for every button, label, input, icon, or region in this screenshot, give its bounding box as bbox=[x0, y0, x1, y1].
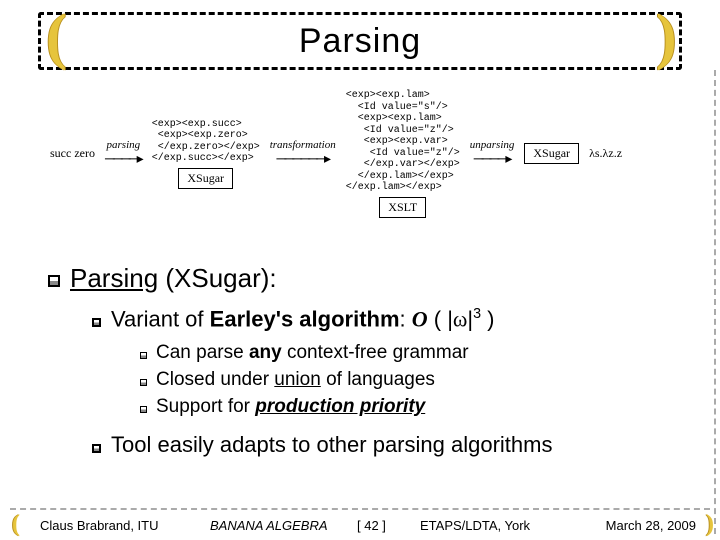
pipeline-diagram: succ zero parsing ────▸ <exp><exp.succ> … bbox=[50, 90, 670, 218]
arrow-unparsing: unparsing ────▸ bbox=[470, 139, 515, 168]
bullet-level2-tool: Tool easily adapts to other parsing algo… bbox=[92, 432, 688, 458]
arrow-parsing: parsing ────▸ bbox=[105, 139, 142, 168]
content-area: Parsing (XSugar): Variant of Earley's al… bbox=[48, 263, 688, 468]
side-divider bbox=[714, 70, 716, 534]
footer: ( Claus Brabrand, ITU BANANA ALGEBRA [ 4… bbox=[0, 510, 720, 540]
footer-venue: ETAPS/LDTA, York bbox=[420, 518, 530, 533]
slide-title: Parsing bbox=[299, 22, 421, 61]
bullet-icon bbox=[140, 406, 147, 413]
big-o-notation: O bbox=[412, 306, 428, 331]
banana-left-icon: ( bbox=[46, 2, 67, 73]
bullet-level3-c: Support for production priority bbox=[140, 396, 688, 418]
banana-right-icon: ) bbox=[656, 2, 677, 73]
footer-page: [ 42 ] bbox=[357, 518, 386, 533]
bullet-icon bbox=[92, 444, 101, 453]
diagram-input: succ zero bbox=[50, 147, 95, 161]
diagram-output: λs.λz.z bbox=[589, 146, 622, 161]
footer-date: March 28, 2009 bbox=[606, 518, 696, 533]
box-xsugar-2: XSugar bbox=[524, 143, 579, 164]
box-xsugar-1: XSugar bbox=[178, 168, 233, 189]
arrow-transformation: transformation ──────▸ bbox=[270, 139, 336, 168]
text-xsugar-suffix: (XSugar): bbox=[158, 263, 277, 293]
footer-author: Claus Brabrand, ITU bbox=[40, 518, 159, 533]
bullet-level3-a: Can parse any context-free grammar bbox=[140, 342, 688, 364]
footer-title: BANANA ALGEBRA bbox=[210, 518, 328, 533]
code-block-1: <exp><exp.succ> <exp><exp.zero> </exp.ze… bbox=[152, 119, 260, 165]
title-box: Parsing bbox=[38, 12, 682, 70]
bullet-icon bbox=[140, 352, 147, 359]
bullet-level1: Parsing (XSugar): bbox=[48, 263, 688, 294]
bullet-icon bbox=[48, 275, 60, 287]
banana-footer-right-icon: ) bbox=[706, 511, 714, 538]
bullet-level3-b: Closed under union of languages bbox=[140, 369, 688, 391]
bullet-icon bbox=[140, 379, 147, 386]
bullet-icon bbox=[92, 318, 101, 327]
code-block-2: <exp><exp.lam> <Id value="s"/> <exp><exp… bbox=[346, 90, 460, 194]
banana-footer-left-icon: ( bbox=[12, 511, 20, 538]
text-parsing-underline: Parsing bbox=[70, 263, 158, 293]
box-xslt: XSLT bbox=[379, 197, 426, 218]
bullet-level2-variant: Variant of Earley's algorithm: O ( |ω|3 … bbox=[92, 306, 688, 332]
